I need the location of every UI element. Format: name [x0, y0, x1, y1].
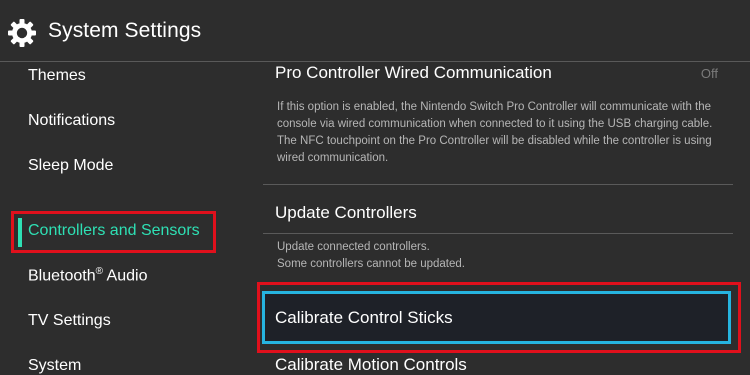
option-calibrate-motion-controls[interactable]: Calibrate Motion Controls [275, 355, 467, 375]
option-calibrate-control-sticks[interactable]: Calibrate Control Sticks [275, 308, 453, 328]
sidebar-item-label-suffix: Audio [102, 267, 148, 285]
sidebar-item-bluetooth-audio[interactable]: Bluetooth® Audio [28, 266, 147, 285]
sidebar-item-controllers-and-sensors[interactable]: Controllers and Sensors [28, 222, 200, 240]
sidebar-item-notifications[interactable]: Notifications [28, 112, 115, 130]
active-indicator-bar [18, 218, 22, 247]
divider [263, 184, 733, 185]
option-update-controllers-description: Update connected controllers. Some contr… [277, 239, 717, 273]
divider [263, 233, 733, 234]
gear-icon [7, 18, 37, 48]
sidebar-item-sleep-mode[interactable]: Sleep Mode [28, 157, 113, 175]
page-title: System Settings [48, 19, 202, 42]
option-pro-controller-wired-value: Off [700, 66, 718, 81]
option-pro-controller-wired[interactable]: Pro Controller Wired Communication [275, 63, 552, 83]
sidebar-item-label: Bluetooth [28, 267, 96, 285]
option-update-controllers[interactable]: Update Controllers [275, 203, 417, 223]
description-line: Some controllers cannot be updated. [277, 258, 465, 270]
sidebar-item-tv-settings[interactable]: TV Settings [28, 312, 111, 330]
sidebar-item-themes[interactable]: Themes [28, 67, 86, 85]
option-pro-controller-wired-description: If this option is enabled, the Nintendo … [277, 101, 713, 164]
description-line: Update connected controllers. [277, 241, 430, 253]
registered-mark: ® [95, 266, 103, 277]
header-bar: System Settings [0, 0, 750, 61]
header-divider [0, 61, 750, 62]
sidebar-item-system[interactable]: System [28, 357, 81, 375]
